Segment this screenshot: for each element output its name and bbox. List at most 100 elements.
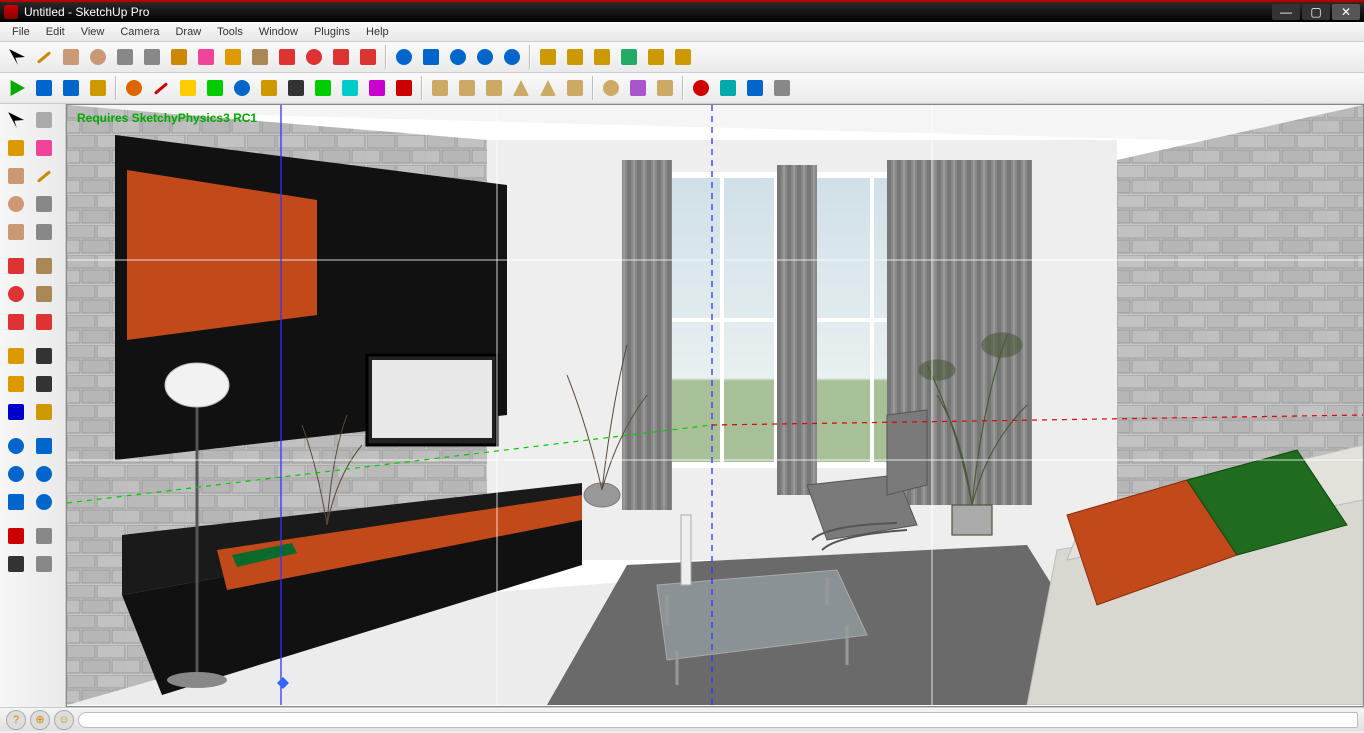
- zoom-window-button[interactable]: [472, 44, 498, 70]
- select-arrow-button[interactable]: [4, 44, 30, 70]
- paint-button[interactable]: [2, 134, 30, 162]
- polygon-button[interactable]: [175, 75, 201, 101]
- rectangle-button[interactable]: [58, 44, 84, 70]
- offset-button[interactable]: [30, 308, 58, 336]
- walk-button[interactable]: [2, 550, 30, 578]
- status-geo-icon[interactable]: ⊕: [30, 710, 50, 730]
- orbit-button[interactable]: [2, 432, 30, 460]
- joint-button[interactable]: [391, 75, 417, 101]
- minimize-button[interactable]: —: [1272, 4, 1300, 20]
- orbit-button[interactable]: [391, 44, 417, 70]
- spring-button[interactable]: [337, 75, 363, 101]
- hand-button[interactable]: [256, 75, 282, 101]
- follow-me-button[interactable]: [355, 44, 381, 70]
- menu-file[interactable]: File: [4, 24, 38, 40]
- menu-tools[interactable]: Tools: [209, 24, 251, 40]
- place-model-button[interactable]: [643, 44, 669, 70]
- menu-view[interactable]: View: [73, 24, 113, 40]
- polygon-button[interactable]: [2, 218, 30, 246]
- get-models-button[interactable]: [535, 44, 561, 70]
- 3d-text-button[interactable]: [30, 398, 58, 426]
- blob-button[interactable]: [625, 75, 651, 101]
- status-help-icon[interactable]: ?: [6, 710, 26, 730]
- arc-button[interactable]: [30, 190, 58, 218]
- select-button[interactable]: [2, 106, 30, 134]
- text-button[interactable]: [30, 370, 58, 398]
- freehand-button[interactable]: [139, 44, 165, 70]
- menu-help[interactable]: Help: [358, 24, 397, 40]
- google-earth-button[interactable]: [616, 44, 642, 70]
- menu-window[interactable]: Window: [251, 24, 306, 40]
- zoom-button[interactable]: [2, 460, 30, 488]
- curve-button[interactable]: [364, 75, 390, 101]
- protractor-button[interactable]: [2, 370, 30, 398]
- circle-button[interactable]: [2, 190, 30, 218]
- close-button[interactable]: ✕: [1332, 4, 1360, 20]
- cylinder2-button[interactable]: [481, 75, 507, 101]
- menu-edit[interactable]: Edit: [38, 24, 73, 40]
- status-user-icon[interactable]: ☺: [54, 710, 74, 730]
- previous-button[interactable]: [2, 488, 30, 516]
- pencil2-button[interactable]: [148, 75, 174, 101]
- zoom-window-button[interactable]: [30, 460, 58, 488]
- rotate-button[interactable]: [301, 44, 327, 70]
- offset-button[interactable]: [166, 44, 192, 70]
- refresh-button[interactable]: [121, 75, 147, 101]
- eraser-button[interactable]: [193, 44, 219, 70]
- push-pull-button[interactable]: [247, 44, 273, 70]
- circle-button[interactable]: [85, 44, 111, 70]
- component-button[interactable]: [30, 106, 58, 134]
- cone2-button[interactable]: [535, 75, 561, 101]
- follow-me-button[interactable]: [30, 280, 58, 308]
- sphere-button[interactable]: [598, 75, 624, 101]
- zoom-button[interactable]: [445, 44, 471, 70]
- eraser-button[interactable]: [30, 134, 58, 162]
- hull-button[interactable]: [310, 75, 336, 101]
- rectangle-button[interactable]: [2, 162, 30, 190]
- box-button[interactable]: [427, 75, 453, 101]
- first-button[interactable]: [742, 75, 768, 101]
- zoom-extents-button[interactable]: [499, 44, 525, 70]
- paint-bucket-button[interactable]: [220, 44, 246, 70]
- tri-button[interactable]: [202, 75, 228, 101]
- pan-button[interactable]: [418, 44, 444, 70]
- shade-button[interactable]: [283, 75, 309, 101]
- line-button[interactable]: [30, 162, 58, 190]
- cone-button[interactable]: [508, 75, 534, 101]
- rotate-button[interactable]: [2, 280, 30, 308]
- cylinder-button[interactable]: [454, 75, 480, 101]
- record-button[interactable]: [688, 75, 714, 101]
- viewport[interactable]: Requires SketchyPhysics3 RC1: [66, 104, 1364, 707]
- dimension-button[interactable]: [30, 342, 58, 370]
- prev-button[interactable]: [769, 75, 795, 101]
- zoom-extents-button[interactable]: [30, 488, 58, 516]
- rewind-button[interactable]: [31, 75, 57, 101]
- ui-toggle-button[interactable]: [58, 75, 84, 101]
- floor-button[interactable]: [562, 75, 588, 101]
- position-camera-button[interactable]: [2, 522, 30, 550]
- look-around-button[interactable]: [30, 522, 58, 550]
- upload-button[interactable]: [589, 44, 615, 70]
- move-button[interactable]: [274, 44, 300, 70]
- scale-button[interactable]: [328, 44, 354, 70]
- menu-camera[interactable]: Camera: [112, 24, 167, 40]
- maximize-button[interactable]: ▢: [1302, 4, 1330, 20]
- section-button[interactable]: [30, 550, 58, 578]
- 3d-warehouse-button[interactable]: [670, 44, 696, 70]
- tape-button[interactable]: [2, 342, 30, 370]
- pin-button[interactable]: [652, 75, 678, 101]
- push-pull-button[interactable]: [30, 252, 58, 280]
- axes-button[interactable]: [2, 398, 30, 426]
- pencil-button[interactable]: [31, 44, 57, 70]
- pan-button[interactable]: [30, 432, 58, 460]
- play-button[interactable]: [4, 75, 30, 101]
- share-model-button[interactable]: [562, 44, 588, 70]
- arc-button[interactable]: [112, 44, 138, 70]
- circle2-button[interactable]: [229, 75, 255, 101]
- menu-draw[interactable]: Draw: [167, 24, 209, 40]
- scale-button[interactable]: [2, 308, 30, 336]
- joint-settings-button[interactable]: [85, 75, 111, 101]
- move-button[interactable]: [2, 252, 30, 280]
- export-button[interactable]: [715, 75, 741, 101]
- freehand-button[interactable]: [30, 218, 58, 246]
